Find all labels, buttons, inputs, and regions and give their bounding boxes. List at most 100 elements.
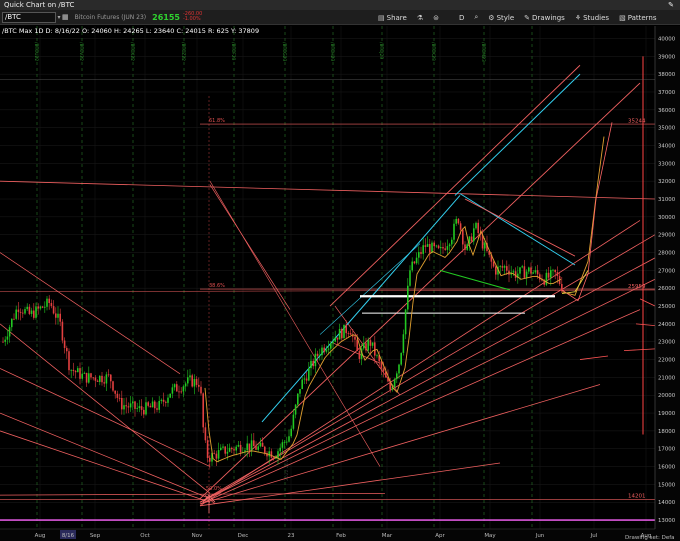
candle-body — [503, 266, 506, 268]
time-tick-label: Feb — [336, 533, 346, 539]
candle-body — [209, 457, 211, 462]
candle-body — [118, 397, 121, 399]
candle-body — [536, 270, 539, 275]
zoom-button[interactable]: ⌕ — [474, 13, 478, 22]
candle-body — [325, 349, 328, 352]
studies-button[interactable]: ⚘ Studies — [575, 14, 609, 22]
candle-body — [554, 269, 556, 273]
period-label: D — [458, 13, 465, 22]
candle-body — [92, 377, 94, 379]
candle-body — [547, 272, 550, 278]
candle-body — [259, 442, 262, 447]
candle-body — [429, 244, 431, 253]
candle-body — [501, 266, 504, 268]
candle-body — [466, 244, 468, 250]
candle-body — [206, 440, 209, 458]
time-tick-label: Nov — [192, 533, 203, 539]
candle-body — [400, 352, 402, 365]
candle-body — [308, 368, 310, 381]
candle-body — [365, 343, 367, 351]
candle-body — [77, 368, 79, 373]
candle-body — [88, 373, 90, 383]
magnifier-icon: ⌕ — [474, 13, 479, 21]
patterns-icon: ▧ — [619, 13, 626, 22]
candle-body — [180, 391, 182, 393]
drawings-button[interactable]: ✎ Drawings — [524, 14, 565, 22]
fib-label: 38.6% — [209, 283, 225, 289]
candle-body — [464, 244, 466, 250]
contract-name: Bitcoin Futures (JUN 23) — [74, 13, 147, 21]
candle-body — [345, 324, 347, 334]
period-button[interactable]: D — [459, 14, 464, 22]
candle-body — [301, 379, 303, 390]
candle-body — [83, 372, 86, 374]
share-label: Share — [386, 13, 407, 22]
window-title: Quick Chart on /BTC — [4, 1, 75, 9]
candle-body — [294, 404, 297, 415]
time-axis[interactable]: Aug 8/16 Sep Oct Nov Dec 23 Feb Mar Apr May Jun Jul A… — [0, 528, 675, 541]
symbol-input[interactable]: /BTC — [2, 11, 56, 23]
drawing-set-label: Drawing set: Defa — [625, 535, 675, 541]
candle-body — [235, 446, 237, 451]
fib-label: 61.8% — [209, 118, 225, 124]
candle-body — [30, 310, 33, 314]
candle-body — [55, 313, 57, 318]
candle-body — [334, 337, 336, 342]
candle-body — [68, 351, 70, 371]
candle-body — [545, 272, 548, 285]
price-chart[interactable]: /BTCU22/BTCV22/BTCX22/BTCZ22/BTCF23/BTCG… — [0, 26, 680, 541]
flask-button[interactable]: ⚗ — [417, 14, 423, 22]
flask-icon: ⚗ — [416, 13, 424, 22]
grid-icon[interactable]: ▦ — [62, 13, 69, 21]
candle-body — [422, 245, 424, 254]
candle-body — [50, 303, 53, 307]
candle-body — [484, 243, 486, 249]
candle-body — [189, 375, 191, 378]
candle-body — [459, 223, 462, 230]
candle-body — [123, 405, 125, 410]
price-tick-label: 39000 — [658, 54, 676, 60]
time-tick-label: Oct — [140, 533, 150, 539]
candle-body — [356, 339, 358, 352]
candle-body — [154, 401, 156, 409]
candle-body — [26, 306, 28, 310]
candle-body — [145, 402, 147, 415]
candle-body — [532, 272, 534, 274]
price-axis[interactable]: 40000 39000 38000 37000 36000 35000 34000 33000… — [654, 26, 680, 541]
candle-body — [444, 248, 446, 250]
candle-body — [224, 446, 226, 454]
candle-body — [277, 451, 279, 458]
patterns-button[interactable]: ▧ Patterns — [619, 14, 656, 22]
candle-body — [409, 270, 411, 286]
candle-body — [112, 381, 114, 391]
candle-body — [268, 451, 270, 457]
candle-body — [253, 440, 255, 447]
candle-body — [171, 387, 174, 394]
candle-body — [125, 405, 127, 407]
candle-body — [127, 406, 130, 408]
style-button[interactable]: ⚙ Style — [488, 14, 514, 22]
candle-body — [39, 306, 42, 309]
candle-body — [116, 393, 119, 398]
candle-body — [114, 390, 116, 394]
price-tick-label: 13000 — [658, 518, 676, 524]
candle-body — [66, 347, 68, 352]
compare-button[interactable]: ⊜ — [433, 14, 439, 22]
candle-body — [193, 378, 196, 387]
studies-icon: ⚘ — [574, 13, 582, 22]
candle-body — [290, 428, 292, 437]
candle-body — [147, 402, 149, 406]
price-marker-label: 35244 — [628, 118, 646, 124]
candle-body — [231, 447, 233, 450]
candle-body — [167, 397, 169, 403]
candle-body — [121, 398, 123, 410]
pin-icon[interactable]: ✎ — [668, 0, 674, 10]
contract-roll-label: /BTCF23 — [230, 42, 236, 61]
candle-body — [132, 401, 134, 404]
candle-body — [46, 298, 48, 307]
candle-body — [156, 408, 158, 410]
candle-body — [283, 441, 286, 443]
share-button[interactable]: ▤ Share — [378, 14, 407, 22]
candle-body — [286, 441, 288, 443]
time-tick-label: Mar — [382, 533, 393, 539]
